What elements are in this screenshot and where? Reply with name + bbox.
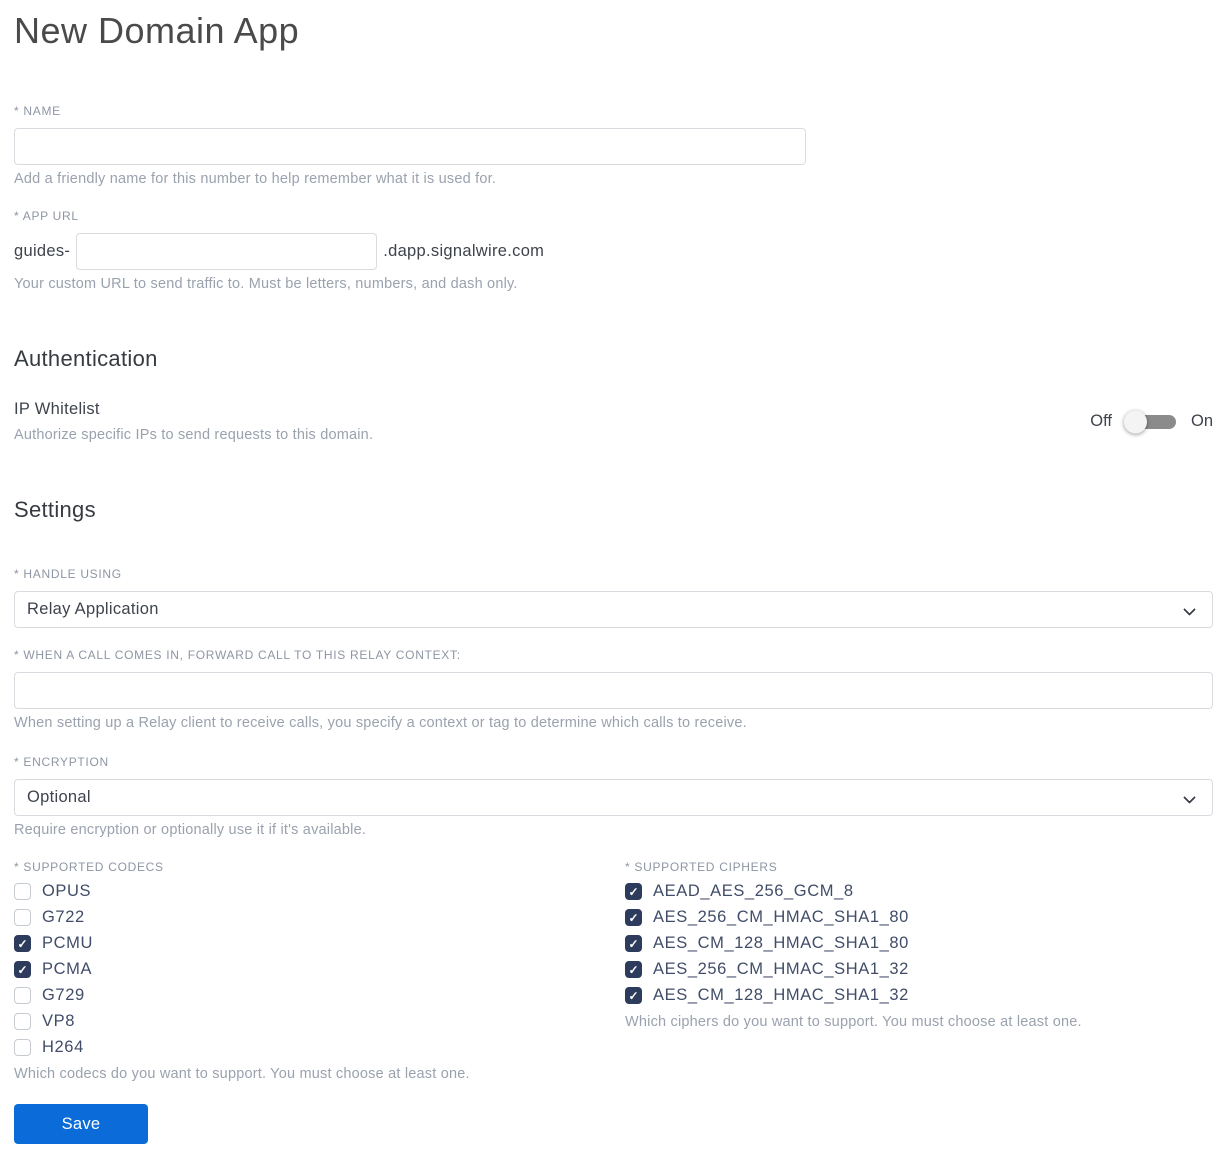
- checkbox-icon[interactable]: ✓: [625, 909, 642, 926]
- name-label: * NAME: [14, 104, 61, 118]
- checkbox-icon[interactable]: ✓: [14, 909, 31, 926]
- ip-whitelist-toggle[interactable]: [1123, 410, 1176, 433]
- supported-codecs-group: * SUPPORTED CODECS ✓ OPUS ✓ G722 ✓: [14, 860, 625, 1082]
- handle-using-label: * HANDLE USING: [14, 567, 122, 581]
- codec-option[interactable]: ✓ VP8: [14, 1012, 625, 1030]
- save-button[interactable]: Save: [14, 1104, 148, 1144]
- supported-codecs-label: * SUPPORTED CODECS: [14, 860, 164, 874]
- name-help-text: Add a friendly name for this number to h…: [14, 171, 497, 187]
- encryption-label: * ENCRYPTION: [14, 755, 109, 769]
- codec-option[interactable]: ✓ OPUS: [14, 882, 625, 900]
- cipher-option-label: AES_256_CM_HMAC_SHA1_80: [653, 908, 909, 926]
- codec-option-label: H264: [42, 1038, 84, 1056]
- authentication-heading: Authentication: [14, 346, 158, 371]
- relay-context-field-group: * WHEN A CALL COMES IN, FORWARD CALL TO …: [14, 648, 1213, 731]
- app-url-help-text: Your custom URL to send traffic to. Must…: [14, 276, 518, 292]
- checkbox-icon[interactable]: ✓: [625, 935, 642, 952]
- codec-option-label: VP8: [42, 1012, 75, 1030]
- new-domain-app-form: New Domain App * NAME Add a friendly nam…: [0, 0, 1230, 1158]
- handle-using-selected-value: Relay Application: [27, 600, 159, 618]
- app-url-field-group: * APP URL guides- .dapp.signalwire.com Y…: [14, 209, 1213, 292]
- cipher-option[interactable]: ✓ AES_CM_128_HMAC_SHA1_32: [625, 986, 1213, 1004]
- check-mark-icon: ✓: [628, 936, 639, 951]
- codec-option-label: PCMA: [42, 960, 93, 978]
- checkbox-icon[interactable]: ✓: [14, 961, 31, 978]
- codec-option[interactable]: ✓ H264: [14, 1038, 625, 1056]
- toggle-on-label: On: [1190, 412, 1213, 430]
- encryption-selected-value: Optional: [27, 788, 91, 806]
- encryption-select[interactable]: Optional: [14, 779, 1213, 816]
- ciphers-checkbox-list: ✓ AEAD_AES_256_GCM_8 ✓ AES_256_CM_HMAC_S…: [625, 882, 1213, 1004]
- checkbox-icon[interactable]: ✓: [625, 961, 642, 978]
- checkbox-icon[interactable]: ✓: [625, 987, 642, 1004]
- chevron-down-icon: [1183, 791, 1196, 804]
- app-url-label: * APP URL: [14, 209, 79, 223]
- codec-option-label: OPUS: [42, 882, 92, 900]
- app-url-input[interactable]: [76, 233, 378, 270]
- cipher-option[interactable]: ✓ AEAD_AES_256_GCM_8: [625, 882, 1213, 900]
- codec-option[interactable]: ✓ G729: [14, 986, 625, 1004]
- codec-option-label: G729: [42, 986, 85, 1004]
- check-mark-icon: ✓: [628, 884, 639, 899]
- ip-whitelist-row: IP Whitelist Authorize specific IPs to s…: [14, 400, 1213, 443]
- codecs-checkbox-list: ✓ OPUS ✓ G722 ✓ PCMU ✓: [14, 882, 625, 1056]
- check-mark-icon: ✓: [17, 936, 28, 951]
- check-mark-icon: ✓: [628, 962, 639, 977]
- name-input[interactable]: [14, 128, 806, 165]
- app-url-row: guides- .dapp.signalwire.com: [14, 233, 1213, 270]
- handle-using-field-group: * HANDLE USING Relay Application: [14, 567, 1213, 628]
- relay-context-help-text: When setting up a Relay client to receiv…: [14, 715, 747, 731]
- cipher-option-label: AES_CM_128_HMAC_SHA1_32: [653, 986, 909, 1004]
- relay-context-input[interactable]: [14, 672, 1213, 709]
- checkbox-icon[interactable]: ✓: [14, 935, 31, 952]
- cipher-option[interactable]: ✓ AES_CM_128_HMAC_SHA1_80: [625, 934, 1213, 952]
- ciphers-help-text: Which ciphers do you want to support. Yo…: [625, 1014, 1082, 1030]
- check-mark-icon: ✓: [17, 962, 28, 977]
- toggle-off-label: Off: [1090, 412, 1112, 430]
- ip-whitelist-toggle-control: Off On: [1090, 410, 1213, 433]
- codec-option-label: G722: [42, 908, 85, 926]
- encryption-field-group: * ENCRYPTION Optional Require encryption…: [14, 755, 1213, 838]
- cipher-option-label: AES_256_CM_HMAC_SHA1_32: [653, 960, 909, 978]
- checkbox-icon[interactable]: ✓: [14, 987, 31, 1004]
- toggle-knob-icon: [1123, 410, 1147, 433]
- checkbox-icon[interactable]: ✓: [625, 883, 642, 900]
- chevron-down-icon: [1183, 603, 1196, 616]
- codec-option[interactable]: ✓ PCMU: [14, 934, 625, 952]
- check-mark-icon: ✓: [628, 910, 639, 925]
- settings-heading: Settings: [14, 497, 96, 522]
- checkbox-icon[interactable]: ✓: [14, 883, 31, 900]
- encryption-help-text: Require encryption or optionally use it …: [14, 822, 367, 838]
- relay-context-label: * WHEN A CALL COMES IN, FORWARD CALL TO …: [14, 648, 461, 662]
- app-url-suffix: .dapp.signalwire.com: [383, 242, 545, 260]
- checkbox-icon[interactable]: ✓: [14, 1013, 31, 1030]
- cipher-option[interactable]: ✓ AES_256_CM_HMAC_SHA1_32: [625, 960, 1213, 978]
- ip-whitelist-help-text: Authorize specific IPs to send requests …: [14, 427, 374, 443]
- codecs-ciphers-columns: * SUPPORTED CODECS ✓ OPUS ✓ G722 ✓: [14, 860, 1213, 1082]
- check-mark-icon: ✓: [628, 988, 639, 1003]
- handle-using-select[interactable]: Relay Application: [14, 591, 1213, 628]
- codecs-help-text: Which codecs do you want to support. You…: [14, 1066, 470, 1082]
- page-title: New Domain App: [14, 10, 300, 51]
- supported-ciphers-group: * SUPPORTED CIPHERS ✓ AEAD_AES_256_GCM_8…: [625, 860, 1213, 1082]
- codec-option-label: PCMU: [42, 934, 93, 952]
- cipher-option-label: AES_CM_128_HMAC_SHA1_80: [653, 934, 909, 952]
- cipher-option-label: AEAD_AES_256_GCM_8: [653, 882, 854, 900]
- ip-whitelist-text: IP Whitelist Authorize specific IPs to s…: [14, 400, 373, 443]
- checkbox-icon[interactable]: ✓: [14, 1039, 31, 1056]
- cipher-option[interactable]: ✓ AES_256_CM_HMAC_SHA1_80: [625, 908, 1213, 926]
- codec-option[interactable]: ✓ G722: [14, 908, 625, 926]
- codec-option[interactable]: ✓ PCMA: [14, 960, 625, 978]
- name-field-group: * NAME Add a friendly name for this numb…: [14, 104, 1213, 187]
- supported-ciphers-label: * SUPPORTED CIPHERS: [625, 860, 778, 874]
- ip-whitelist-label: IP Whitelist: [14, 400, 100, 418]
- app-url-prefix: guides-: [14, 242, 71, 260]
